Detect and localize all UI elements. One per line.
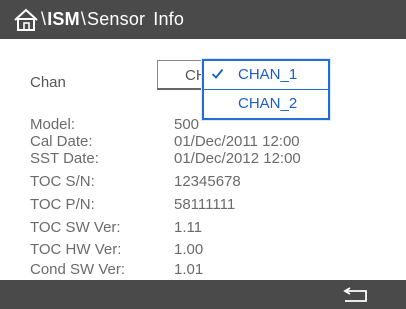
cal-date-label: Cal Date: (30, 133, 93, 150)
breadcrumb-ism[interactable]: ISM (47, 9, 80, 29)
chan-dropdown-list: CHAN_1 CHAN_2 (202, 59, 330, 120)
model-label: Model: (30, 116, 76, 133)
sst-date-label: SST Date: (30, 150, 99, 167)
home-icon[interactable] (13, 8, 39, 32)
sensor-info-screen: \ISM\Sensor Info Chan CH Model: 500 Cal D… (0, 0, 406, 309)
dropdown-option-chan-2[interactable]: CHAN_2 (204, 90, 328, 118)
toc-hw-ver-label: TOC HW Ver: (30, 241, 122, 258)
bottom-bar (0, 280, 406, 309)
page-title: Info (153, 9, 185, 29)
check-icon (211, 67, 224, 80)
toc-sw-ver-value: 1.11 (174, 219, 203, 236)
chan-label: Chan (30, 74, 66, 91)
toc-sn-label: TOC S/N: (30, 173, 95, 190)
toc-hw-ver-value: 1.00 (174, 241, 204, 258)
toc-pn-value: 58111111 (174, 196, 236, 213)
dropdown-option-chan-1[interactable]: CHAN_1 (204, 61, 328, 90)
dropdown-option-label: CHAN_1 (238, 66, 298, 83)
sst-date-value: 01/Dec/2012 12:00 (174, 150, 301, 167)
title-bar: \ISM\Sensor Info (0, 0, 406, 39)
toc-sn-value: 12345678 (174, 173, 241, 190)
cal-date-value: 01/Dec/2011 12:00 (174, 133, 300, 150)
cond-sw-ver-value: 1.01 (174, 261, 204, 278)
toc-pn-label: TOC P/N: (30, 196, 95, 213)
toc-sw-ver-label: TOC SW Ver: (30, 219, 121, 236)
dropdown-option-label: CHAN_2 (238, 95, 298, 112)
cond-sw-ver-label: Cond SW Ver: (30, 261, 126, 278)
sensor-info-content: Chan CH Model: 500 Cal Date: 01/Dec/2011… (0, 39, 406, 280)
back-icon[interactable] (341, 286, 371, 304)
model-value: 500 (174, 116, 200, 133)
breadcrumb-sensor: Sensor (87, 9, 146, 29)
breadcrumb-separator: \ (80, 9, 87, 29)
breadcrumb: \ISM\Sensor Info (40, 9, 184, 29)
